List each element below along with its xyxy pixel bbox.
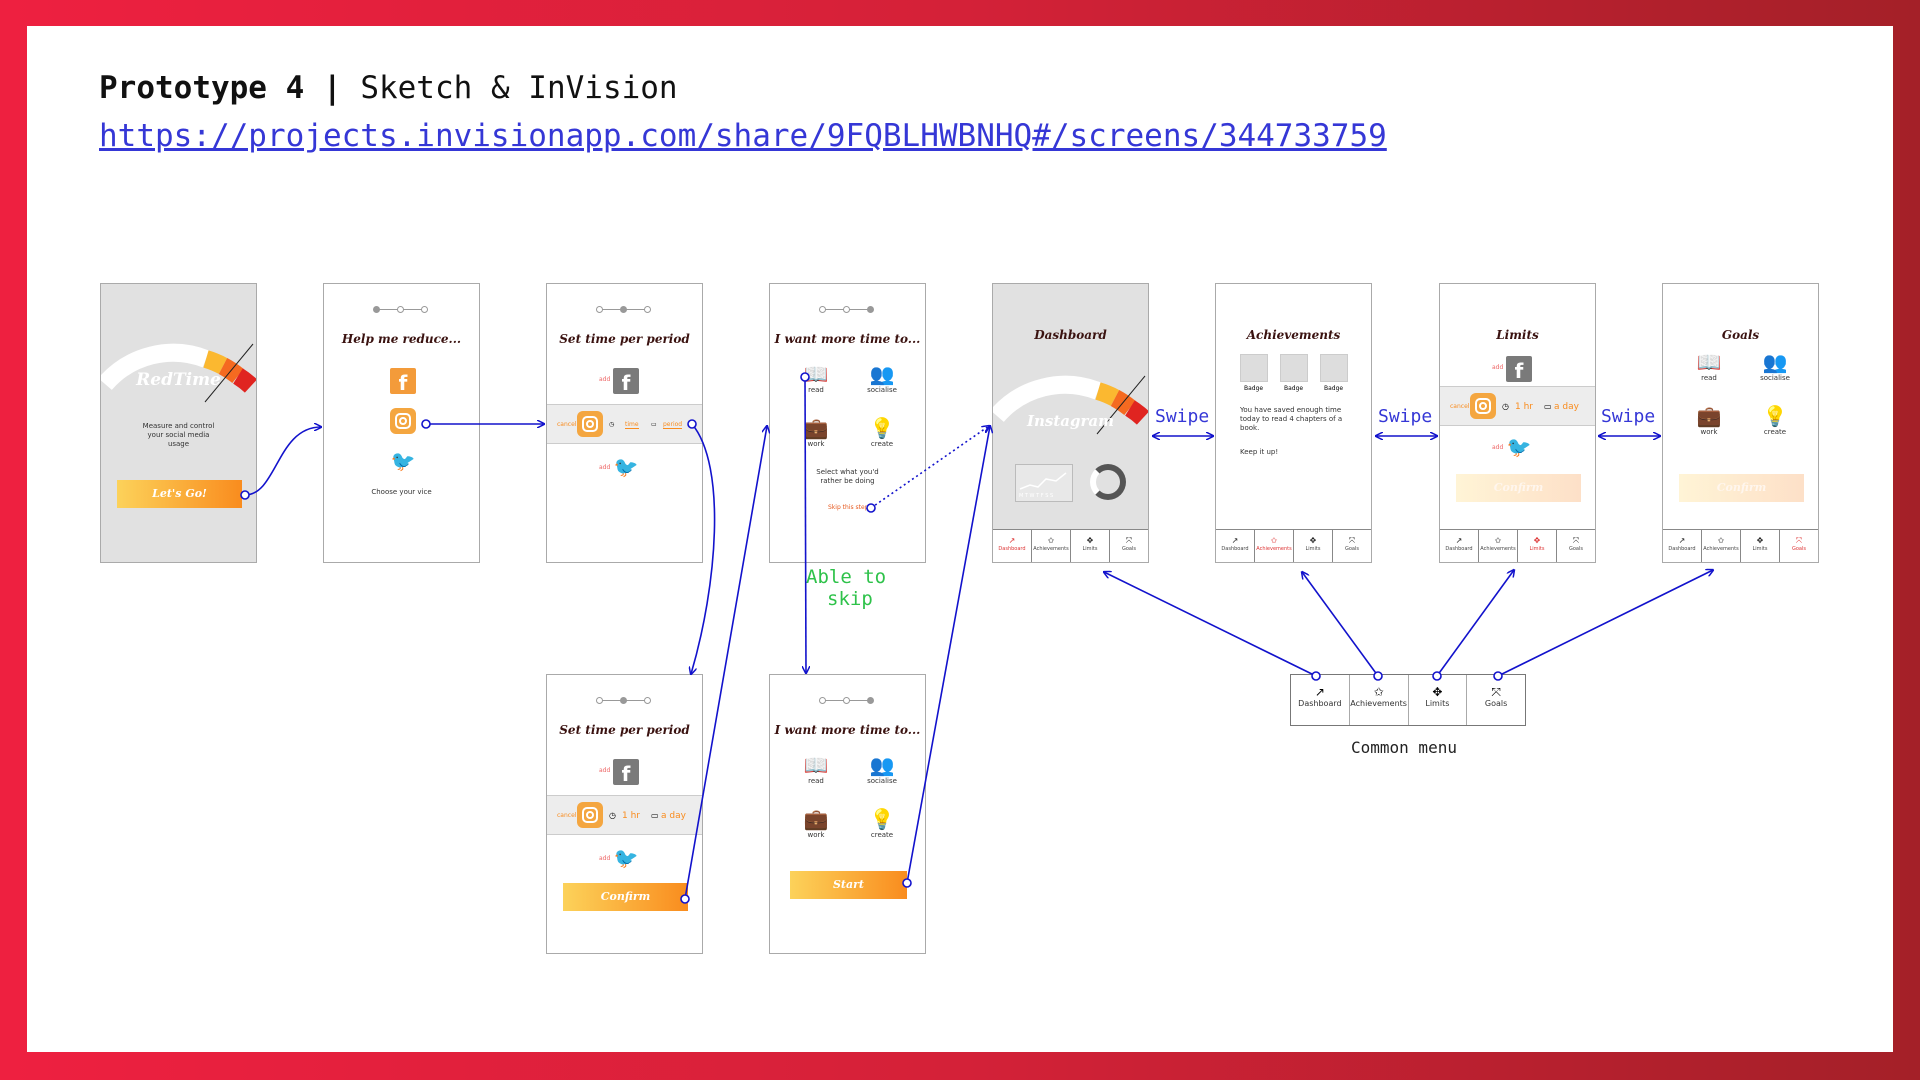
flow-arrows — [240, 372, 1893, 904]
slide: Prototype 4 | Sketch & InVision https://… — [27, 26, 1893, 1052]
